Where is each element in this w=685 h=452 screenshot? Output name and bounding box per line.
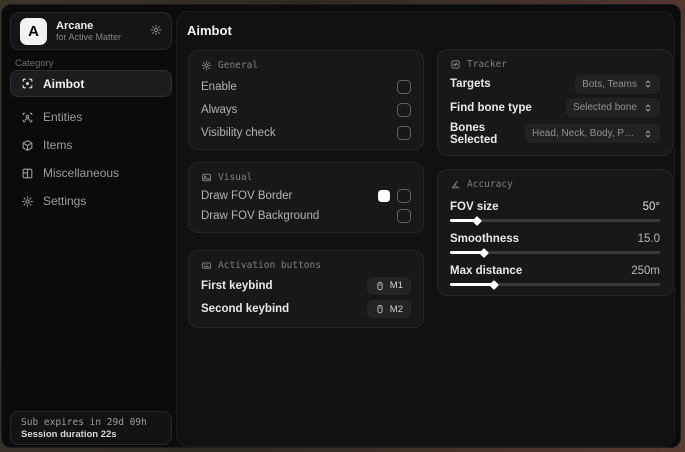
unfold-icon: [645, 104, 651, 112]
category-label: Category: [15, 58, 54, 69]
brand-name: Arcane: [56, 19, 94, 32]
targets-dropdown[interactable]: Bots, Teams: [575, 74, 660, 94]
unfold-icon: [645, 80, 651, 88]
first-keybind-label: First keybind: [201, 279, 273, 292]
second-keybind-row: Second keybind M2: [201, 300, 411, 318]
sidebar-item-label: Aimbot: [43, 76, 85, 91]
sidebar-item-entities[interactable]: Entities: [10, 103, 172, 131]
sidebar-item-items[interactable]: Items: [10, 131, 172, 159]
crosshair-scan-icon: [21, 77, 34, 90]
fov-size-value: 50°: [642, 201, 660, 213]
angle-icon: [451, 180, 460, 189]
layout-icon: [21, 167, 34, 180]
subscription-info: Sub expires in 29d 09h Session duration …: [10, 411, 172, 445]
smoothness-value: 15.0: [637, 233, 660, 245]
cube-icon: [21, 139, 34, 152]
targets-label: Targets: [450, 78, 491, 91]
visibility-check-label: Visibility check: [201, 127, 276, 139]
draw-fov-border-row: Draw FOV Border: [201, 189, 411, 203]
find-bone-type-row: Find bone type Selected bone: [450, 98, 660, 118]
max-distance-slider-group: Max distance 250m: [450, 265, 660, 290]
slider-handle[interactable]: [489, 279, 500, 290]
radar-icon: [451, 60, 460, 69]
always-row: Always: [201, 103, 411, 117]
draw-fov-border-checkbox[interactable]: [397, 189, 411, 203]
slider-handle[interactable]: [472, 215, 483, 226]
max-distance-slider[interactable]: [450, 279, 660, 290]
smoothness-slider[interactable]: [450, 247, 660, 258]
draw-fov-background-checkbox[interactable]: [397, 209, 411, 223]
enable-checkbox[interactable]: [397, 80, 411, 94]
sun-icon: [201, 60, 212, 71]
main-panel: Aimbot General Enable Always Visibility …: [176, 11, 675, 447]
smoothness-slider-group: Smoothness 15.0: [450, 233, 660, 258]
general-card: General Enable Always Visibility check: [188, 50, 424, 150]
sub-expiry-text: Sub expires in 29d 09h: [21, 416, 147, 428]
enable-label: Enable: [201, 81, 237, 93]
brand-logo: A: [20, 17, 47, 45]
activation-card: Activation buttons First keybind M1 Seco…: [188, 250, 424, 328]
max-distance-label: Max distance: [450, 265, 523, 277]
bones-selected-label: Bones Selected: [450, 121, 498, 146]
max-distance-value: 250m: [631, 265, 660, 277]
accuracy-card: Accuracy FOV size 50° Smoothness 15.0 Ma…: [437, 169, 673, 296]
slider-handle[interactable]: [478, 247, 489, 258]
smoothness-label: Smoothness: [450, 233, 520, 245]
visibility-check-checkbox[interactable]: [397, 126, 411, 140]
keyboard-icon: [201, 262, 212, 269]
sidebar-item-label: Settings: [43, 194, 87, 208]
draw-fov-background-row: Draw FOV Background: [201, 209, 411, 223]
visual-card: Visual Draw FOV Border Draw FOV Backgrou…: [188, 162, 424, 233]
sidebar-item-label: Items: [43, 138, 73, 152]
activation-section-header: Activation buttons: [201, 260, 411, 271]
sidebar-item-label: Miscellaneous: [43, 166, 120, 180]
sidebar-item-miscellaneous[interactable]: Miscellaneous: [10, 159, 172, 187]
second-keybind-button[interactable]: M2: [366, 300, 411, 318]
draw-fov-background-label: Draw FOV Background: [201, 210, 320, 222]
mouse-icon: [377, 304, 383, 314]
unfold-icon: [645, 130, 651, 138]
visibility-check-row: Visibility check: [201, 126, 411, 140]
brand-header: A Arcane for Active Matter: [10, 12, 172, 50]
always-label: Always: [201, 104, 238, 116]
find-bone-type-dropdown[interactable]: Selected bone: [566, 98, 660, 118]
fov-size-slider[interactable]: [450, 215, 660, 226]
fov-border-color-swatch[interactable]: [378, 190, 390, 202]
sidebar-item-settings[interactable]: Settings: [10, 187, 172, 215]
sidebar-item-label: Entities: [43, 110, 83, 124]
tracker-section-header: Tracker: [450, 59, 660, 70]
general-section-header: General: [201, 60, 411, 71]
sidebar-item-aimbot[interactable]: Aimbot: [10, 70, 172, 97]
image-icon: [202, 173, 211, 182]
session-duration-text: Session duration 22s: [21, 428, 117, 440]
gear-icon: [21, 195, 34, 208]
brand-subtitle: for Active Matter: [56, 32, 122, 43]
first-keybind-button[interactable]: M1: [366, 276, 411, 295]
second-keybind-label: Second keybind: [201, 303, 290, 315]
always-checkbox[interactable]: [397, 103, 411, 117]
bones-selected-dropdown[interactable]: Head, Neck, Body, Pe...: [525, 124, 660, 144]
tracker-card: Tracker Targets Bots, Teams Find bone ty…: [437, 49, 673, 156]
fov-size-label: FOV size: [450, 201, 499, 213]
mouse-icon: [377, 281, 383, 290]
fov-size-slider-group: FOV size 50°: [450, 201, 660, 226]
draw-fov-border-label: Draw FOV Border: [201, 190, 293, 202]
targets-row: Targets Bots, Teams: [450, 74, 660, 94]
bones-selected-row: Bones Selected Head, Neck, Body, Pe...: [450, 122, 660, 146]
visual-section-header: Visual: [201, 172, 411, 183]
enable-row: Enable: [201, 80, 411, 94]
page-title: Aimbot: [187, 23, 232, 38]
cheat-menu-window: A Arcane for Active Matter Category Aimb…: [1, 4, 681, 448]
gear-icon[interactable]: [150, 24, 162, 39]
find-bone-type-label: Find bone type: [450, 101, 532, 114]
first-keybind-row: First keybind M1: [201, 276, 411, 295]
person-scan-icon: [21, 111, 34, 124]
accuracy-section-header: Accuracy: [450, 179, 660, 190]
sidebar-nav: Aimbot Entities Items Miscellaneous Sett…: [10, 70, 172, 215]
